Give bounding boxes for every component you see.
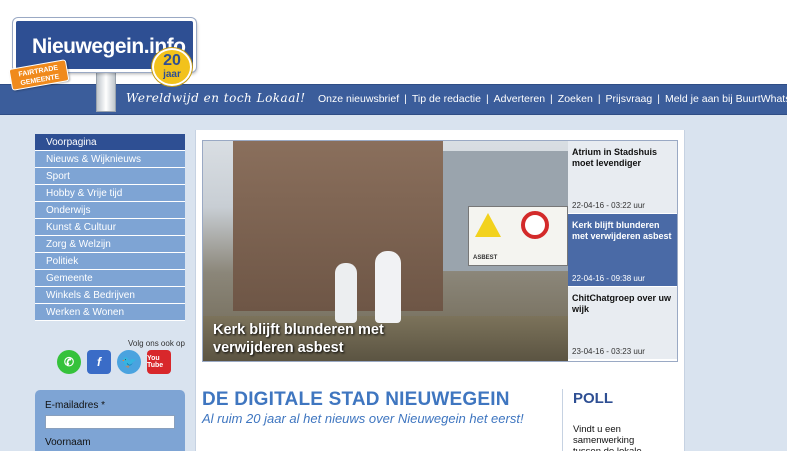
- right-panel: [685, 130, 787, 451]
- sign-pole: [96, 72, 116, 112]
- prohibition-icon: [521, 211, 549, 239]
- slider-item-date: 23-04-16 - 03:23 uur: [572, 347, 645, 356]
- sidebar-item-kunst[interactable]: Kunst & Cultuur: [35, 219, 185, 236]
- slider-item-date: 22-04-16 - 09:38 uur: [572, 274, 645, 283]
- follow-label: Volg ons ook op: [128, 339, 185, 348]
- hero-worker-1: [335, 263, 357, 323]
- sidebar-item-politiek[interactable]: Politiek: [35, 253, 185, 270]
- sidebar-item-nieuws[interactable]: Nieuws & Wijknieuws: [35, 151, 185, 168]
- email-label: E-mailadres *: [45, 400, 106, 411]
- hero-worker-2: [375, 251, 401, 323]
- slider-item-active[interactable]: Kerk blijft blunderen met verwijderen as…: [568, 214, 677, 287]
- nav-search[interactable]: Zoeken: [558, 93, 593, 105]
- social-icons: ✆ f 🐦 You Tube: [57, 350, 171, 374]
- slider-item-title: ChitChatgroep over uw wijk: [572, 293, 672, 314]
- newsletter-form: E-mailadres * Voornaam: [35, 390, 185, 451]
- poll-question: Vindt u een samenwerking tussen de lokal…: [573, 424, 642, 451]
- poll-title: POLL: [573, 390, 613, 407]
- sidebar-item-voorpagina[interactable]: Voorpagina: [35, 134, 185, 151]
- page-title: DE DIGITALE STAD NIEUWEGEIN: [202, 389, 510, 410]
- hero-caption[interactable]: Kerk blijft blunderen met verwijderen as…: [213, 321, 443, 357]
- sidebar-item-zorg[interactable]: Zorg & Welzijn: [35, 236, 185, 253]
- nav-advertise[interactable]: Adverteren: [494, 93, 545, 105]
- news-slider: ASBEST Kerk blijft blunderen met verwijd…: [202, 140, 678, 362]
- sidebar-item-hobby[interactable]: Hobby & Vrije tijd: [35, 185, 185, 202]
- sidebar-item-sport[interactable]: Sport: [35, 168, 185, 185]
- anniversary-badge: 20 jaar: [152, 48, 192, 86]
- hero-image[interactable]: ASBEST Kerk blijft blunderen met verwijd…: [203, 141, 568, 361]
- divider: [562, 389, 563, 451]
- nav-buurtwhatsapp[interactable]: Meld je aan bij BuurtWhatsApp: [665, 93, 800, 105]
- page-subtitle: Al ruim 20 jaar al het nieuws over Nieuw…: [202, 411, 524, 426]
- slider-item-title: Atrium in Stadshuis moet levendiger: [572, 147, 658, 168]
- anniversary-number: 20: [163, 52, 181, 69]
- page-right-edge: [787, 0, 800, 451]
- site-slogan: Wereldwijd en toch Lokaal!: [126, 91, 306, 105]
- slider-item-date: 22-04-16 - 03:22 uur: [572, 201, 645, 210]
- header-band: [0, 115, 787, 130]
- facebook-icon[interactable]: f: [87, 350, 111, 374]
- nav-newsletter[interactable]: Onze nieuwsbrief: [318, 93, 399, 105]
- whatsapp-icon[interactable]: ✆: [57, 350, 81, 374]
- firstname-label: Voornaam: [45, 437, 91, 448]
- slider-item[interactable]: ChitChatgroep over uw wijk 23-04-16 - 03…: [568, 287, 677, 360]
- nav-tip[interactable]: Tip de redactie: [412, 93, 481, 105]
- hazard-triangle-icon: [475, 213, 501, 237]
- sidebar-item-onderwijs[interactable]: Onderwijs: [35, 202, 185, 219]
- anniversary-word: jaar: [163, 69, 181, 80]
- slider-item[interactable]: Atrium in Stadshuis moet levendiger 22-0…: [568, 141, 677, 214]
- slider-list: Atrium in Stadshuis moet levendiger 22-0…: [568, 141, 677, 361]
- slider-item-title: Kerk blijft blunderen met verwijderen as…: [572, 220, 672, 241]
- sidebar-item-winkels[interactable]: Winkels & Bedrijven: [35, 287, 185, 304]
- sidebar-nav: Voorpagina Nieuws & Wijknieuws Sport Hob…: [35, 134, 185, 321]
- email-field[interactable]: [45, 415, 175, 429]
- hero-sign-text: ASBEST: [473, 255, 498, 261]
- nav-contest[interactable]: Prijsvraag: [606, 93, 653, 105]
- twitter-icon[interactable]: 🐦: [117, 350, 141, 374]
- sidebar-item-gemeente[interactable]: Gemeente: [35, 270, 185, 287]
- top-navigation: Onze nieuwsbrief | Tip de redactie | Adver…: [318, 93, 800, 105]
- sidebar-item-werken[interactable]: Werken & Wonen: [35, 304, 185, 321]
- youtube-icon[interactable]: You Tube: [147, 350, 171, 374]
